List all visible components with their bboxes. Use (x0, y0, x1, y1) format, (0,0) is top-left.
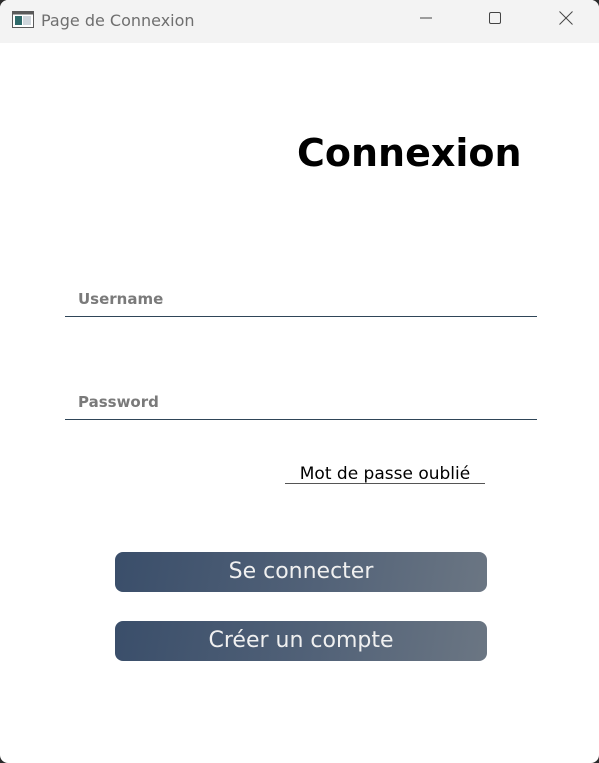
window-title: Page de Connexion (41, 11, 195, 30)
password-input[interactable] (65, 384, 537, 420)
close-icon (558, 10, 574, 30)
forgot-password-link[interactable]: Mot de passe oublié (285, 462, 485, 484)
maximize-button[interactable] (472, 0, 518, 40)
create-account-button[interactable]: Créer un compte (115, 621, 487, 661)
minimize-button[interactable] (403, 0, 449, 40)
close-button[interactable] (543, 0, 589, 40)
login-window: Page de Connexion Connexion Username Mot… (0, 0, 599, 763)
title-bar[interactable]: Page de Connexion (0, 0, 599, 43)
page-title: Connexion (297, 131, 522, 175)
maximize-icon (487, 10, 503, 30)
minimize-icon (418, 10, 434, 30)
app-window-icon (12, 11, 34, 28)
login-button[interactable]: Se connecter (115, 552, 487, 592)
username-input[interactable] (65, 281, 537, 317)
